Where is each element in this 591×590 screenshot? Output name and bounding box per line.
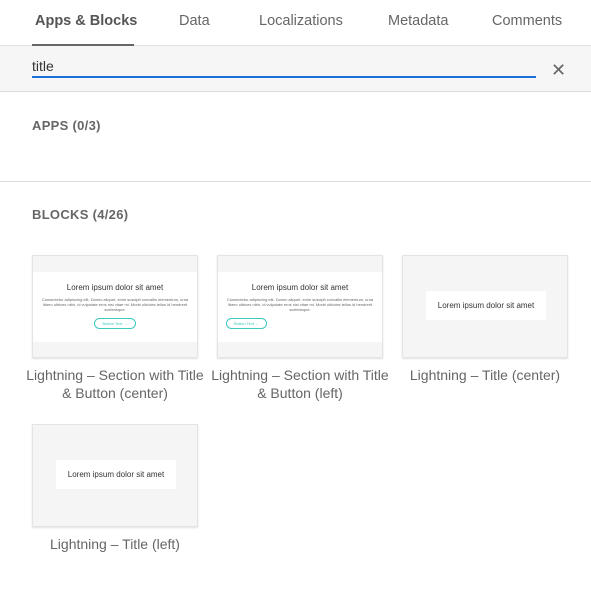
preview-title: Lorem ipsum dolor sit amet [251, 283, 349, 292]
tab-apps-blocks[interactable]: Apps & Blocks [35, 13, 137, 29]
block-card[interactable]: Lorem ipsum dolor sit amet [32, 424, 198, 527]
tab-localizations[interactable]: Localizations [259, 13, 343, 29]
block-card[interactable]: Lorem ipsum dolor sit amet Consectetur a… [217, 255, 383, 358]
apps-section-title: APPS (0/3) [32, 118, 101, 133]
preview-body: Consectetur adipiscing elit. Donec aliqu… [226, 297, 374, 312]
search-input[interactable] [32, 58, 536, 78]
tab-comments[interactable]: Comments [492, 13, 562, 29]
block-preview: Lorem ipsum dolor sit amet Consectetur a… [218, 272, 382, 342]
preview-title: Lorem ipsum dolor sit amet [426, 291, 546, 320]
tab-data[interactable]: Data [179, 13, 210, 29]
blocks-section-title: BLOCKS (4/26) [32, 207, 129, 222]
preview-button: Button Text → [226, 318, 268, 329]
tab-bar: Apps & Blocks Data Localizations Metadat… [0, 0, 591, 46]
preview-title: Lorem ipsum dolor sit amet [66, 283, 164, 292]
tab-metadata[interactable]: Metadata [388, 13, 448, 29]
block-card[interactable]: Lorem ipsum dolor sit amet [402, 255, 568, 358]
preview-title: Lorem ipsum dolor sit amet [56, 460, 176, 489]
block-label[interactable]: Lightning – Section with Title & Button … [210, 366, 390, 402]
divider [0, 181, 591, 182]
close-icon[interactable]: ✕ [551, 61, 566, 79]
block-label[interactable]: Lightning – Section with Title & Button … [25, 366, 205, 402]
search-bar: ✕ [0, 46, 591, 92]
block-preview: Lorem ipsum dolor sit amet Consectetur a… [33, 272, 197, 342]
block-label[interactable]: Lightning – Title (left) [25, 535, 205, 553]
preview-button: Button Text → [94, 318, 136, 329]
preview-body: Consectetur adipiscing elit. Donec aliqu… [41, 297, 189, 312]
block-card[interactable]: Lorem ipsum dolor sit amet Consectetur a… [32, 255, 198, 358]
block-label[interactable]: Lightning – Title (center) [395, 366, 575, 384]
